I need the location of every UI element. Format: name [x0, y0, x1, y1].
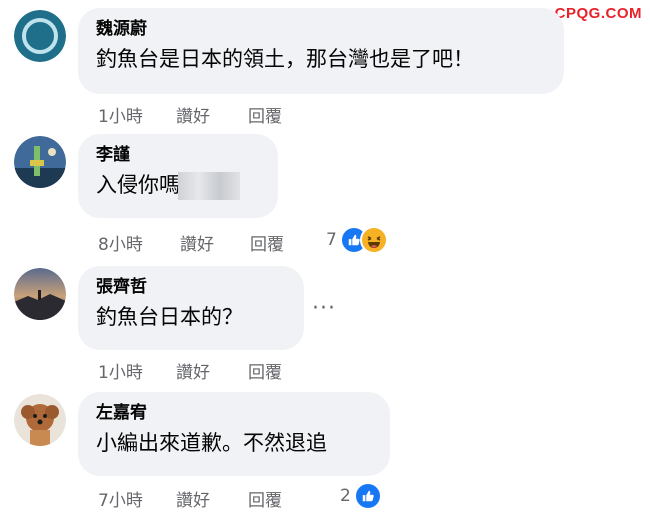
avatar[interactable] — [14, 10, 66, 62]
watermark: CPQG.COM — [554, 5, 642, 22]
comment-bubble: 左嘉宥 小編出來道歉。不然退追 — [78, 392, 390, 476]
reaction-count: 7 — [326, 230, 337, 250]
avatar[interactable] — [14, 394, 66, 446]
comment-text: 入侵你嗎 — [96, 170, 260, 200]
avatar[interactable] — [14, 136, 66, 188]
comment-author[interactable]: 魏源蔚 — [96, 18, 546, 40]
comment-author[interactable]: 李謹 — [96, 144, 260, 166]
reply-button[interactable]: 回覆 — [248, 358, 282, 383]
laughing-face-icon — [359, 226, 388, 254]
comment-author[interactable]: 左嘉宥 — [96, 402, 372, 424]
like-button[interactable]: 讚好 — [176, 358, 210, 383]
reply-button[interactable]: 回覆 — [248, 102, 282, 127]
reaction-count: 2 — [340, 486, 351, 506]
thumbs-up-icon — [353, 482, 382, 510]
like-button[interactable]: 讚好 — [176, 102, 210, 127]
reply-button[interactable]: 回覆 — [250, 230, 284, 255]
reaction-summary[interactable]: 2 — [340, 482, 382, 510]
like-button[interactable]: 讚好 — [180, 230, 214, 255]
comment-bubble: 張齊哲 釣魚台日本的？ — [78, 266, 304, 350]
blurred-text — [178, 172, 240, 200]
comment-bubble: 李謹 入侵你嗎 — [78, 134, 278, 218]
comment-text: 釣魚台是日本的領土，那台灣也是了吧！ — [96, 47, 474, 71]
comment-time[interactable]: 1小時 — [98, 102, 143, 127]
reaction-summary[interactable]: 7 — [326, 226, 388, 254]
comment-time[interactable]: 8小時 — [98, 230, 143, 255]
comment-time[interactable]: 7小時 — [98, 486, 143, 511]
more-options-button[interactable]: ··· — [312, 296, 336, 321]
avatar[interactable] — [14, 268, 66, 320]
like-button[interactable]: 讚好 — [176, 486, 210, 511]
comment-author[interactable]: 張齊哲 — [96, 276, 286, 298]
comment-bubble: 魏源蔚 釣魚台是日本的領土，那台灣也是了吧！ — [78, 8, 564, 94]
comment-time[interactable]: 1小時 — [98, 358, 143, 383]
reply-button[interactable]: 回覆 — [248, 486, 282, 511]
comment-text-visible: 入侵你嗎 — [96, 173, 180, 197]
comment-text: 釣魚台日本的？ — [96, 305, 243, 329]
comment-text: 小編出來道歉。不然退追 — [96, 431, 327, 455]
